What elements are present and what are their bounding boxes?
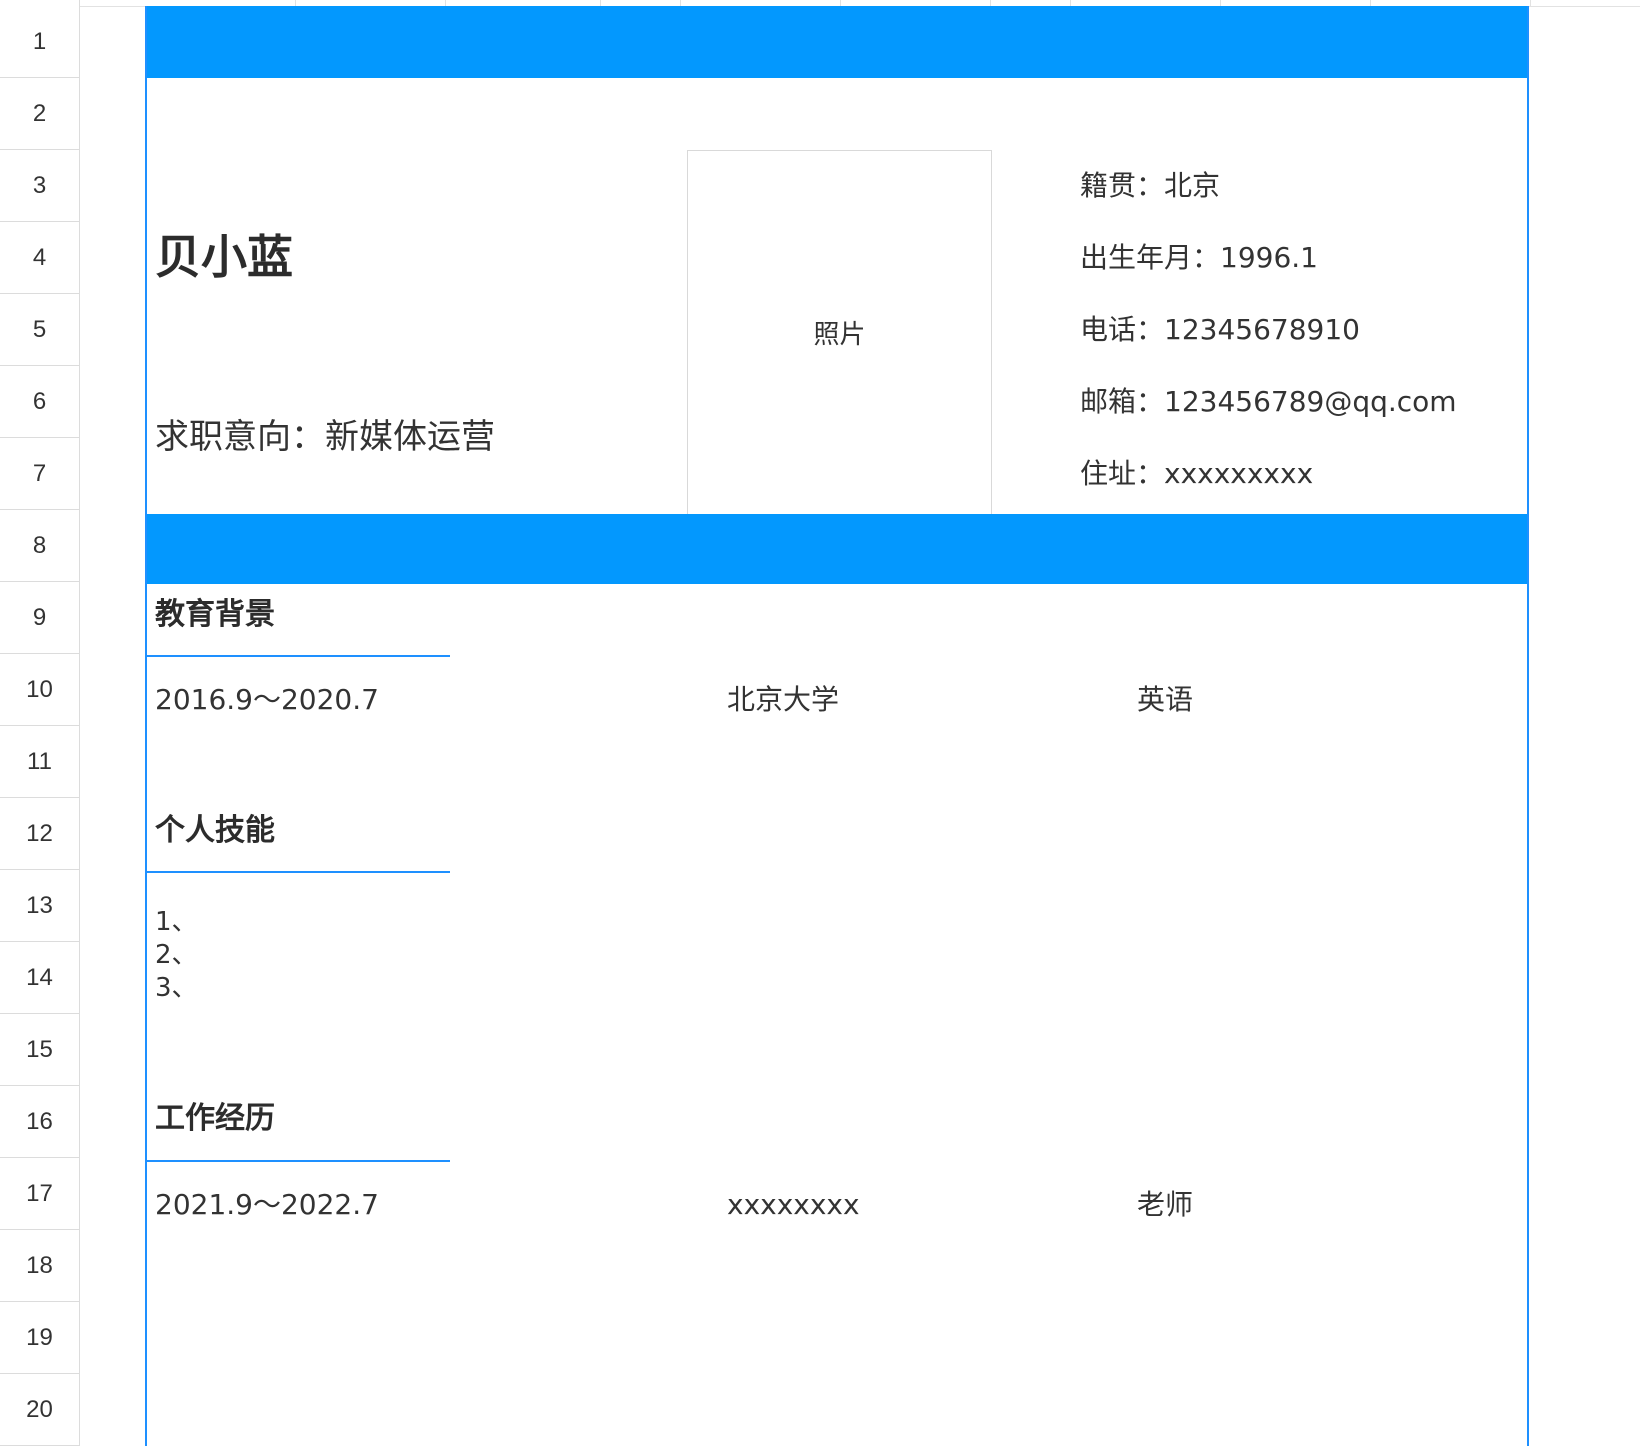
- email-field[interactable]: 邮箱：123456789@qq.com: [1080, 388, 1457, 416]
- work-role[interactable]: 老师: [1137, 1191, 1193, 1219]
- work-period[interactable]: 2021.9～2022.7: [155, 1191, 379, 1219]
- row-header[interactable]: 16: [0, 1086, 79, 1158]
- row-header[interactable]: 20: [0, 1374, 79, 1446]
- row-header[interactable]: 6: [0, 366, 79, 438]
- row-header[interactable]: 18: [0, 1230, 79, 1302]
- row-header[interactable]: 13: [0, 870, 79, 942]
- row-header[interactable]: 2: [0, 78, 79, 150]
- row-header[interactable]: 7: [0, 438, 79, 510]
- row-header[interactable]: 8: [0, 510, 79, 582]
- row-header[interactable]: 5: [0, 294, 79, 366]
- skill-item: 1、: [155, 907, 198, 937]
- row-header[interactable]: 3: [0, 150, 79, 222]
- skills-list[interactable]: 1、 2、 3、: [155, 906, 198, 1005]
- skill-item: 2、: [155, 940, 198, 970]
- section-accent-band[interactable]: [147, 514, 1527, 584]
- skill-item: 3、: [155, 973, 198, 1003]
- education-major[interactable]: 英语: [1137, 686, 1193, 714]
- row-header[interactable]: 14: [0, 942, 79, 1014]
- work-title[interactable]: 工作经历: [155, 1104, 275, 1134]
- education-period[interactable]: 2016.9～2020.7: [155, 686, 379, 714]
- work-underline: [147, 1160, 450, 1162]
- education-title[interactable]: 教育背景: [155, 600, 275, 630]
- row-header[interactable]: 9: [0, 582, 79, 654]
- row-header[interactable]: 19: [0, 1302, 79, 1374]
- photo-label: 照片: [813, 320, 866, 350]
- education-school[interactable]: 北京大学: [727, 686, 839, 714]
- resume-sheet: 贝小蓝 求职意向：新媒体运营 照片 籍贯：北京 出生年月：1996.1 电话：1…: [145, 6, 1529, 1446]
- row-header[interactable]: 1: [0, 6, 79, 78]
- row-header[interactable]: 17: [0, 1158, 79, 1230]
- photo-placeholder[interactable]: 照片: [687, 150, 992, 514]
- column-divider: [1530, 0, 1531, 6]
- row-header[interactable]: 15: [0, 1014, 79, 1086]
- row-header-column: 1 2 3 4 5 6 7 8 9 10 11 12 13 14 15 16 1…: [0, 0, 80, 1446]
- phone-field[interactable]: 电话：12345678910: [1080, 316, 1360, 344]
- header-accent-band[interactable]: [147, 6, 1527, 78]
- candidate-name[interactable]: 贝小蓝: [155, 234, 293, 280]
- hometown-field[interactable]: 籍贯：北京: [1080, 172, 1220, 200]
- address-field[interactable]: 住址：xxxxxxxxx: [1080, 460, 1313, 488]
- education-underline: [147, 655, 450, 657]
- row-header[interactable]: 11: [0, 726, 79, 798]
- row-header[interactable]: 4: [0, 222, 79, 294]
- birth-field[interactable]: 出生年月：1996.1: [1080, 244, 1318, 272]
- row-header[interactable]: 10: [0, 654, 79, 726]
- row-header[interactable]: 12: [0, 798, 79, 870]
- work-company[interactable]: xxxxxxxx: [727, 1191, 860, 1219]
- skills-title[interactable]: 个人技能: [155, 816, 275, 846]
- skills-underline: [147, 871, 450, 873]
- job-intent[interactable]: 求职意向：新媒体运营: [155, 420, 495, 454]
